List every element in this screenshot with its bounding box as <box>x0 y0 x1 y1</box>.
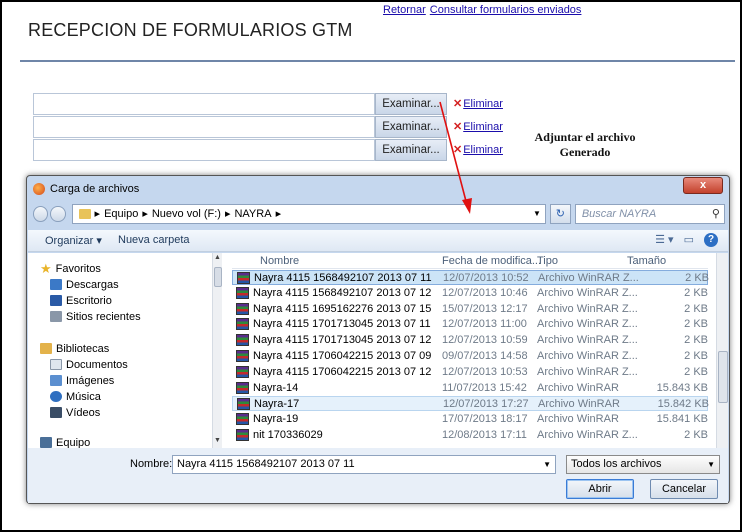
arrow-line <box>439 101 468 206</box>
annotation-arrow <box>439 101 472 214</box>
arrow-head <box>462 198 472 214</box>
